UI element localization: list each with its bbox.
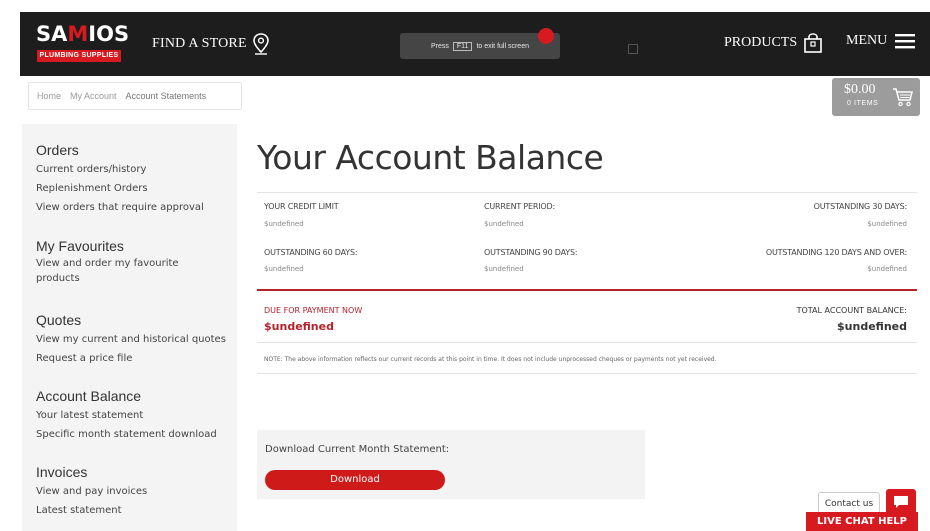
- note-divider-top: [257, 342, 917, 343]
- outstanding-30-value: $undefined: [867, 220, 907, 228]
- balance-note: NOTE: The above information reflects our…: [264, 356, 717, 363]
- due-divider: [257, 289, 917, 291]
- current-period-value: $undefined: [484, 220, 524, 228]
- cart-item-count: 0 ITEMS: [847, 100, 879, 107]
- outstanding-60-label: OUTSTANDING 60 DAYS:: [264, 248, 358, 257]
- sidebar-heading-invoices: Invoices: [36, 464, 88, 480]
- find-store-link[interactable]: FIND A STORE: [152, 33, 269, 55]
- fullscreen-notice: Press F11 to exit full screen: [400, 28, 560, 59]
- current-period-label: CURRENT PERIOD:: [484, 202, 555, 211]
- products-link[interactable]: PRODUCTS: [724, 33, 823, 53]
- breadcrumb-home[interactable]: Home: [37, 91, 61, 101]
- sidebar-link-replenishment-orders[interactable]: Replenishment Orders: [36, 179, 204, 198]
- chat-bubble-icon: [894, 496, 908, 508]
- page-title: Your Account Balance: [257, 138, 604, 177]
- title-divider: [257, 192, 917, 193]
- outstanding-90-value: $undefined: [484, 265, 524, 273]
- download-button[interactable]: Download: [265, 470, 445, 490]
- breadcrumb-my-account[interactable]: My Account: [70, 91, 117, 101]
- shopping-bag-icon: [804, 33, 822, 53]
- fullscreen-key: F11: [452, 41, 473, 51]
- sidebar-heading-account-balance: Account Balance: [36, 388, 142, 404]
- sidebar-group-invoices: Invoices View and pay invoices Latest st…: [36, 464, 147, 520]
- outstanding-120-label: OUTSTANDING 120 DAYS AND OVER:: [765, 248, 907, 257]
- logo[interactable]: SAMIOS PLUMBING SUPPLIES: [36, 22, 132, 66]
- site-header: SAMIOS PLUMBING SUPPLIES FIND A STORE Pr…: [20, 12, 930, 76]
- live-chat-help-bar[interactable]: LIVE CHAT HELP: [806, 512, 918, 531]
- sidebar-link-price-file[interactable]: Request a price file: [36, 349, 226, 368]
- total-balance-value: $undefined: [837, 320, 907, 333]
- sidebar-link-current-orders[interactable]: Current orders/history: [36, 160, 204, 179]
- faded-square-icon: [628, 44, 638, 54]
- hamburger-icon: [895, 34, 916, 49]
- logo-wordmark: SAMIOS: [36, 22, 130, 46]
- outstanding-120-value: $undefined: [867, 265, 907, 273]
- breadcrumb: Home My Account Account Statements: [28, 82, 242, 110]
- sidebar-link-favourite-products[interactable]: View and order my favourite products: [36, 256, 186, 286]
- menu-label: MENU: [846, 33, 888, 48]
- credit-limit-value: $undefined: [264, 220, 304, 228]
- cart-button[interactable]: $0.00 0 ITEMS: [832, 78, 920, 116]
- sidebar-group-quotes: Quotes View my current and historical qu…: [36, 312, 226, 368]
- total-balance-label: TOTAL ACCOUNT BALANCE:: [796, 306, 907, 315]
- sidebar-link-month-statement[interactable]: Specific month statement download: [36, 425, 217, 444]
- logo-tagline: PLUMBING SUPPLIES: [37, 50, 121, 62]
- sidebar-heading-orders: Orders: [36, 142, 79, 158]
- download-title: Download Current Month Statement:: [265, 444, 450, 455]
- fullscreen-prefix: Press: [431, 42, 449, 50]
- note-divider-bottom: [257, 373, 917, 374]
- shopping-cart-icon: [893, 88, 913, 107]
- breadcrumb-current: Account Statements: [125, 91, 207, 101]
- fullscreen-suffix: to exit full screen: [476, 42, 529, 50]
- page: SAMIOS PLUMBING SUPPLIES FIND A STORE Pr…: [0, 0, 930, 531]
- sidebar-link-orders-approval[interactable]: View orders that require approval: [36, 198, 204, 217]
- sidebar-group-account-balance: Account Balance Your latest statement Sp…: [36, 388, 217, 444]
- credit-limit-label: YOUR CREDIT LIMIT: [264, 202, 339, 211]
- outstanding-30-label: OUTSTANDING 30 DAYS:: [813, 202, 908, 211]
- sidebar-group-orders: Orders Current orders/history Replenishm…: [36, 142, 204, 217]
- download-panel: Download Current Month Statement: Downlo…: [257, 430, 645, 499]
- due-now-label: DUE FOR PAYMENT NOW: [264, 306, 363, 315]
- find-store-label: FIND A STORE: [152, 36, 247, 51]
- cart-amount: $0.00: [844, 82, 876, 97]
- sidebar-heading-favourites: My Favourites: [36, 238, 124, 254]
- sidebar-link-latest-statement[interactable]: Your latest statement: [36, 406, 217, 425]
- map-pin-icon: [252, 33, 269, 55]
- outstanding-90-label: OUTSTANDING 90 DAYS:: [484, 248, 578, 257]
- sidebar-link-pay-invoices[interactable]: View and pay invoices: [36, 482, 147, 501]
- account-sidebar: Orders Current orders/history Replenishm…: [22, 124, 237, 531]
- fullscreen-close-icon[interactable]: [538, 28, 554, 44]
- products-label: PRODUCTS: [724, 35, 798, 50]
- menu-button[interactable]: MENU: [846, 33, 916, 49]
- sidebar-link-quotes-history[interactable]: View my current and historical quotes: [36, 330, 226, 349]
- sidebar-group-favourites: My Favourites View and order my favourit…: [36, 238, 186, 286]
- outstanding-60-value: $undefined: [264, 265, 304, 273]
- sidebar-link-invoice-latest-statement[interactable]: Latest statement: [36, 501, 147, 520]
- due-now-value: $undefined: [264, 320, 334, 333]
- sidebar-heading-quotes: Quotes: [36, 312, 82, 328]
